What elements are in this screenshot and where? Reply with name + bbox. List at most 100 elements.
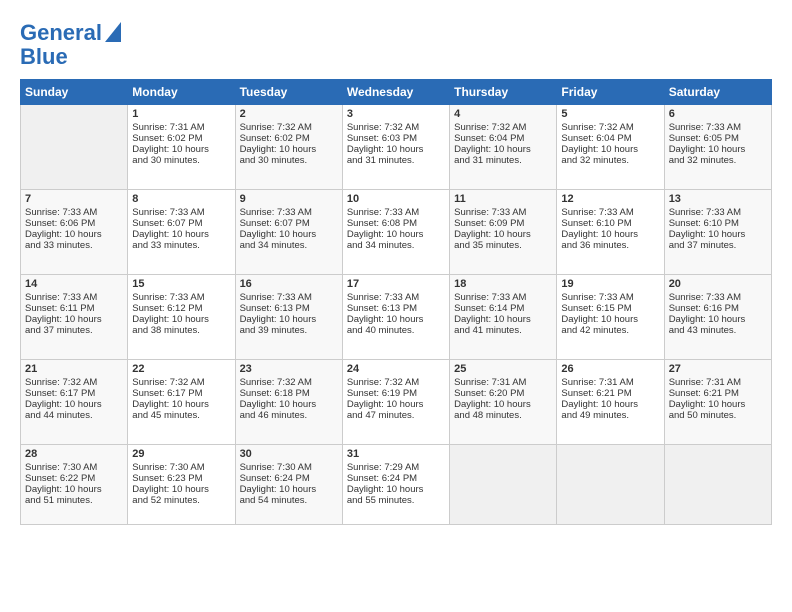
day-info-line: Daylight: 10 hours	[132, 314, 230, 325]
day-info-line: Sunrise: 7:33 AM	[240, 207, 338, 218]
day-info-line: and 52 minutes.	[132, 495, 230, 506]
day-info-line: Sunrise: 7:32 AM	[454, 122, 552, 133]
calendar-cell: 5Sunrise: 7:32 AMSunset: 6:04 PMDaylight…	[557, 105, 664, 190]
day-number: 28	[25, 448, 123, 460]
day-number: 18	[454, 278, 552, 290]
day-header-friday: Friday	[557, 80, 664, 105]
calendar-cell: 1Sunrise: 7:31 AMSunset: 6:02 PMDaylight…	[128, 105, 235, 190]
calendar-cell: 19Sunrise: 7:33 AMSunset: 6:15 PMDayligh…	[557, 275, 664, 360]
day-info-line: and 38 minutes.	[132, 325, 230, 336]
calendar-header-row: SundayMondayTuesdayWednesdayThursdayFrid…	[21, 80, 772, 105]
day-number: 24	[347, 363, 445, 375]
day-info-line: Sunset: 6:21 PM	[669, 388, 767, 399]
calendar-cell: 8Sunrise: 7:33 AMSunset: 6:07 PMDaylight…	[128, 190, 235, 275]
day-info-line: Sunset: 6:21 PM	[561, 388, 659, 399]
calendar-cell	[557, 445, 664, 525]
calendar-cell: 26Sunrise: 7:31 AMSunset: 6:21 PMDayligh…	[557, 360, 664, 445]
day-number: 2	[240, 108, 338, 120]
day-info-line: and 40 minutes.	[347, 325, 445, 336]
calendar-cell: 9Sunrise: 7:33 AMSunset: 6:07 PMDaylight…	[235, 190, 342, 275]
day-info-line: Sunset: 6:17 PM	[25, 388, 123, 399]
day-info-line: Daylight: 10 hours	[240, 229, 338, 240]
day-info-line: and 48 minutes.	[454, 410, 552, 421]
day-info-line: Daylight: 10 hours	[240, 314, 338, 325]
day-info-line: Sunset: 6:06 PM	[25, 218, 123, 229]
logo-text: General	[20, 21, 102, 45]
day-info-line: Sunrise: 7:31 AM	[669, 377, 767, 388]
day-info-line: Daylight: 10 hours	[25, 399, 123, 410]
day-info-line: Sunset: 6:03 PM	[347, 133, 445, 144]
day-info-line: Sunrise: 7:33 AM	[132, 292, 230, 303]
day-header-monday: Monday	[128, 80, 235, 105]
day-info-line: Daylight: 10 hours	[132, 399, 230, 410]
logo: General Blue	[20, 20, 121, 69]
day-number: 23	[240, 363, 338, 375]
day-number: 3	[347, 108, 445, 120]
day-info-line: and 45 minutes.	[132, 410, 230, 421]
day-number: 4	[454, 108, 552, 120]
day-info-line: Sunset: 6:08 PM	[347, 218, 445, 229]
day-info-line: Daylight: 10 hours	[25, 484, 123, 495]
day-info-line: Sunset: 6:13 PM	[240, 303, 338, 314]
day-info-line: Daylight: 10 hours	[347, 314, 445, 325]
calendar-cell: 15Sunrise: 7:33 AMSunset: 6:12 PMDayligh…	[128, 275, 235, 360]
day-info-line: Sunset: 6:09 PM	[454, 218, 552, 229]
day-info-line: Sunrise: 7:33 AM	[454, 207, 552, 218]
day-info-line: Sunset: 6:24 PM	[347, 473, 445, 484]
calendar-week-5: 28Sunrise: 7:30 AMSunset: 6:22 PMDayligh…	[21, 445, 772, 525]
calendar-cell	[21, 105, 128, 190]
calendar-cell: 3Sunrise: 7:32 AMSunset: 6:03 PMDaylight…	[342, 105, 449, 190]
day-number: 26	[561, 363, 659, 375]
day-info-line: Daylight: 10 hours	[454, 399, 552, 410]
day-info-line: Sunset: 6:23 PM	[132, 473, 230, 484]
day-number: 17	[347, 278, 445, 290]
day-info-line: Sunrise: 7:33 AM	[347, 207, 445, 218]
day-info-line: Sunrise: 7:32 AM	[25, 377, 123, 388]
day-number: 11	[454, 193, 552, 205]
day-info-line: Daylight: 10 hours	[347, 399, 445, 410]
calendar-cell: 10Sunrise: 7:33 AMSunset: 6:08 PMDayligh…	[342, 190, 449, 275]
day-header-sunday: Sunday	[21, 80, 128, 105]
day-number: 27	[669, 363, 767, 375]
day-info-line: and 31 minutes.	[347, 155, 445, 166]
day-number: 19	[561, 278, 659, 290]
day-info-line: Daylight: 10 hours	[561, 144, 659, 155]
day-number: 13	[669, 193, 767, 205]
day-number: 10	[347, 193, 445, 205]
day-info-line: Daylight: 10 hours	[669, 229, 767, 240]
calendar-cell: 14Sunrise: 7:33 AMSunset: 6:11 PMDayligh…	[21, 275, 128, 360]
day-number: 31	[347, 448, 445, 460]
day-number: 20	[669, 278, 767, 290]
day-info-line: Sunset: 6:19 PM	[347, 388, 445, 399]
day-number: 8	[132, 193, 230, 205]
day-info-line: Sunrise: 7:31 AM	[132, 122, 230, 133]
day-info-line: Sunset: 6:22 PM	[25, 473, 123, 484]
calendar-cell: 20Sunrise: 7:33 AMSunset: 6:16 PMDayligh…	[664, 275, 771, 360]
day-info-line: Sunrise: 7:29 AM	[347, 462, 445, 473]
day-info-line: Sunrise: 7:33 AM	[347, 292, 445, 303]
day-info-line: and 47 minutes.	[347, 410, 445, 421]
day-info-line: Sunrise: 7:33 AM	[669, 207, 767, 218]
day-info-line: and 41 minutes.	[454, 325, 552, 336]
day-info-line: Daylight: 10 hours	[669, 314, 767, 325]
day-info-line: Sunset: 6:07 PM	[132, 218, 230, 229]
day-info-line: Sunrise: 7:33 AM	[454, 292, 552, 303]
calendar-cell	[664, 445, 771, 525]
day-number: 29	[132, 448, 230, 460]
day-info-line: Sunset: 6:04 PM	[454, 133, 552, 144]
calendar-cell: 28Sunrise: 7:30 AMSunset: 6:22 PMDayligh…	[21, 445, 128, 525]
day-info-line: Daylight: 10 hours	[240, 484, 338, 495]
day-number: 14	[25, 278, 123, 290]
day-info-line: Sunrise: 7:33 AM	[25, 207, 123, 218]
calendar-cell: 27Sunrise: 7:31 AMSunset: 6:21 PMDayligh…	[664, 360, 771, 445]
day-info-line: Daylight: 10 hours	[347, 484, 445, 495]
day-info-line: Daylight: 10 hours	[132, 484, 230, 495]
day-info-line: Sunset: 6:24 PM	[240, 473, 338, 484]
calendar-cell: 24Sunrise: 7:32 AMSunset: 6:19 PMDayligh…	[342, 360, 449, 445]
calendar-cell: 23Sunrise: 7:32 AMSunset: 6:18 PMDayligh…	[235, 360, 342, 445]
day-info-line: Sunrise: 7:32 AM	[240, 122, 338, 133]
day-info-line: Daylight: 10 hours	[454, 229, 552, 240]
day-info-line: Daylight: 10 hours	[347, 144, 445, 155]
calendar-cell: 11 Sunrise: 7:33 AMSunset: 6:09 PMDayligh…	[450, 190, 557, 275]
calendar-cell: 4Sunrise: 7:32 AMSunset: 6:04 PMDaylight…	[450, 105, 557, 190]
